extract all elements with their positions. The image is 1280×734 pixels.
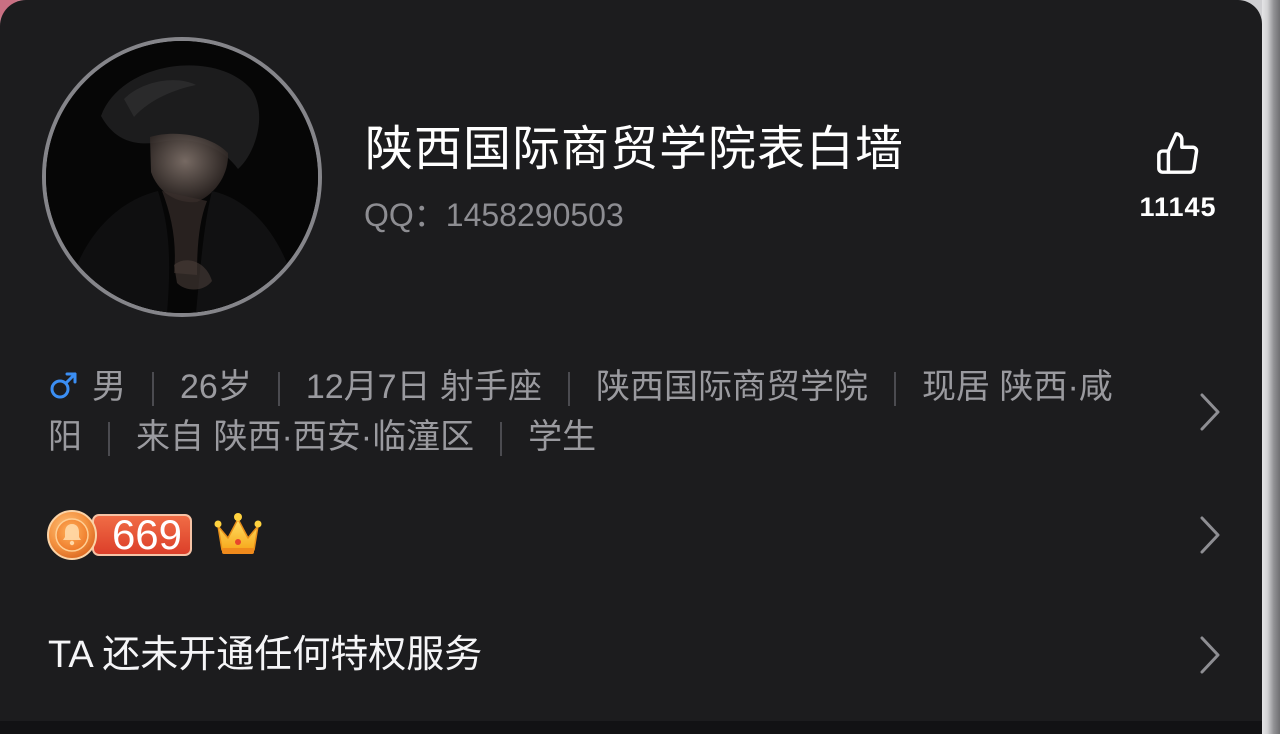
gender: 男	[92, 368, 126, 406]
like-count: 11145	[1139, 192, 1217, 222]
chevron-right-icon	[1200, 516, 1220, 554]
occupation: 学生	[528, 418, 597, 456]
chevron-right-icon	[1200, 636, 1220, 674]
next-section-edge	[0, 721, 1262, 734]
qq-level-badge[interactable]: 669	[46, 509, 196, 561]
crown-icon[interactable]	[213, 510, 263, 558]
profile-details-row[interactable]: 男 26岁 12月7日 射手座 陕西国际商贸学院 现居 陕西·咸阳 来自 陕西·西安·临潼…	[0, 350, 1262, 462]
like-button[interactable]: 11145	[1118, 130, 1238, 224]
level-coin-icon	[47, 510, 97, 560]
school: 陕西国际商贸学院	[596, 368, 869, 406]
privilege-row[interactable]: TA 还未开通任何特权服务	[0, 610, 1262, 700]
chevron-right-icon	[1200, 393, 1220, 431]
separator	[152, 372, 154, 407]
privilege-status: TA 还未开通任何特权服务	[48, 634, 483, 676]
hometown: 来自 陕西·西安·临潼区	[136, 418, 475, 456]
avatar-image	[46, 41, 318, 313]
qq-number[interactable]: QQ：1458290503	[364, 194, 624, 236]
profile-name: 陕西国际商贸学院表白墙	[365, 123, 905, 176]
profile-card: 陕西国际商贸学院表白墙 QQ：1458290503 11145 男 26岁 12月7…	[0, 0, 1262, 721]
male-icon	[50, 372, 77, 399]
avatar[interactable]	[42, 37, 322, 317]
level-value: 669	[92, 514, 192, 556]
separator	[894, 372, 897, 407]
separator	[500, 422, 503, 457]
thumbs-up-icon	[1157, 132, 1199, 174]
qq-level-row[interactable]: 669	[0, 490, 1262, 580]
profile-details: 男 26岁 12月7日 射手座 陕西国际商贸学院 现居 陕西·咸阳 来自 陕西·西安·临潼…	[48, 362, 1113, 462]
separator	[108, 422, 110, 457]
age: 26岁	[180, 368, 252, 406]
birthday-zodiac: 12月7日 射手座	[305, 368, 543, 406]
separator	[568, 372, 571, 407]
window-edge	[1262, 0, 1280, 734]
separator	[277, 372, 280, 407]
